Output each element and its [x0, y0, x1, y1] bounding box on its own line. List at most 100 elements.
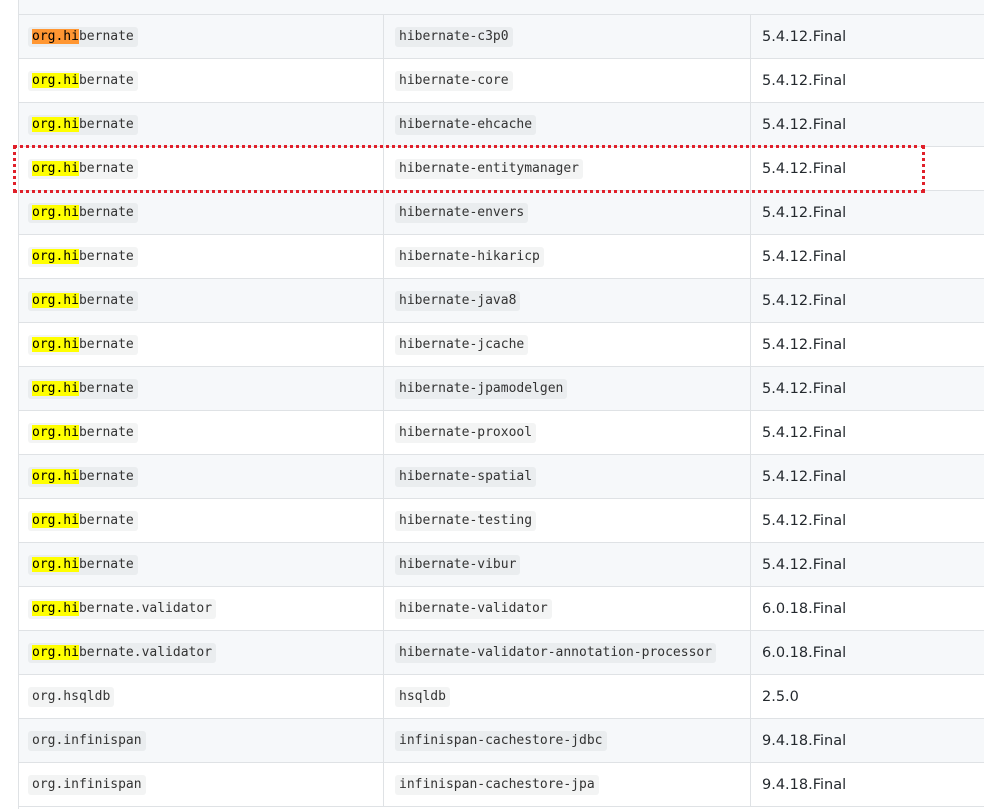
group-id-cell: org.hibernate.validator	[18, 631, 384, 674]
group-id-text: bernate	[78, 336, 134, 352]
group-id-text: bernate.validator	[78, 644, 213, 660]
group-id-text: bernate	[78, 160, 134, 176]
search-match: org.hi	[32, 160, 79, 176]
artifact-id-cell: hibernate-jcache	[384, 323, 751, 366]
search-match: org.hi	[32, 116, 79, 132]
table-row: org.hibernate hibernate-jcache 5.4.12.Fina…	[18, 323, 984, 367]
search-match: org.hi	[32, 204, 79, 220]
version-cell: 5.4.12.Final	[751, 15, 984, 58]
group-id-cell: org.hibernate.validator	[18, 587, 384, 630]
group-id-code: org.infinispan	[28, 730, 146, 751]
group-id-code: org.hsqldb	[28, 686, 115, 707]
version-cell: 5.4.12.Final	[751, 367, 984, 410]
artifact-id-cell: hibernate-vibur	[384, 543, 751, 586]
previous-row-remnant	[18, 0, 984, 14]
artifact-id-code: hsqldb	[395, 686, 450, 707]
group-id-text: bernate	[78, 468, 134, 484]
artifact-id-code: hibernate-ehcache	[395, 114, 537, 135]
search-match: org.hi	[32, 512, 79, 528]
group-id-cell: org.hibernate	[18, 235, 384, 278]
group-id-text: org.infinispan	[32, 776, 142, 792]
group-id-text: bernate.validator	[78, 600, 213, 616]
group-id-text: bernate	[78, 424, 134, 440]
artifact-id-code: hibernate-proxool	[395, 422, 537, 443]
artifact-id-code: hibernate-spatial	[395, 466, 537, 487]
artifact-id-cell: infinispan-cachestore-jpa	[384, 763, 751, 806]
version-text: 2.5.0	[762, 688, 799, 705]
group-id-text: bernate	[78, 204, 134, 220]
group-id-text: bernate	[78, 116, 134, 132]
artifact-id-cell: hibernate-jpamodelgen	[384, 367, 751, 410]
version-cell: 5.4.12.Final	[751, 279, 984, 322]
artifact-id-cell: infinispan-cachestore-jdbc	[384, 719, 751, 762]
group-id-text: org.hsqldb	[32, 688, 111, 704]
version-text: 9.4.18.Final	[762, 776, 847, 793]
artifact-id-cell: hibernate-envers	[384, 191, 751, 234]
version-text: 5.4.12.Final	[762, 204, 847, 221]
group-id-code: org.hibernate	[28, 510, 138, 531]
group-id-text: bernate	[78, 556, 134, 572]
group-id-text: bernate	[78, 72, 134, 88]
dependency-table: org.hibernate hibernate-c3p0 5.4.12.Final o…	[0, 0, 984, 809]
group-id-code: org.hibernate	[28, 70, 138, 91]
artifact-id-code: hibernate-envers	[395, 202, 529, 223]
version-cell: 9.4.18.Final	[751, 763, 984, 806]
artifact-id-code: hibernate-validator-annotation-processor	[395, 642, 717, 663]
table-row: org.hibernate hibernate-java8 5.4.12.Final	[18, 279, 984, 323]
artifact-id-code: hibernate-validator	[395, 598, 552, 619]
table-row: org.hibernate hibernate-testing 5.4.12.Fin…	[18, 499, 984, 543]
group-id-text: bernate	[78, 248, 134, 264]
version-cell: 5.4.12.Final	[751, 455, 984, 498]
group-id-cell: org.hibernate	[18, 543, 384, 586]
artifact-id-cell: hibernate-spatial	[384, 455, 751, 498]
group-id-code: org.hibernate	[28, 158, 138, 179]
version-text: 5.4.12.Final	[762, 380, 847, 397]
artifact-id-cell: hibernate-core	[384, 59, 751, 102]
search-match: org.hi	[32, 248, 79, 264]
artifact-id-code: hibernate-testing	[395, 510, 537, 531]
version-cell: 6.0.18.Final	[751, 631, 984, 674]
search-match: org.hi	[32, 468, 79, 484]
version-cell: 5.4.12.Final	[751, 103, 984, 146]
table-row: org.hibernate hibernate-entitymanager 5.4.…	[18, 147, 984, 191]
group-id-cell: org.hibernate	[18, 367, 384, 410]
table-row: org.hibernate hibernate-envers 5.4.12.Fina…	[18, 191, 984, 235]
search-match: org.hi	[32, 424, 79, 440]
table-row: org.hibernate hibernate-core 5.4.12.Final	[18, 59, 984, 103]
table-row: org.hibernate hibernate-jpamodelgen 5.4.12…	[18, 367, 984, 411]
group-id-code: org.hibernate	[28, 422, 138, 443]
version-cell: 5.4.12.Final	[751, 235, 984, 278]
artifact-id-code: hibernate-java8	[395, 290, 521, 311]
artifact-id-code: hibernate-core	[395, 70, 513, 91]
version-cell: 5.4.12.Final	[751, 411, 984, 454]
table-row: org.hibernate hibernate-hikaricp 5.4.12.Fi…	[18, 235, 984, 279]
artifact-id-cell: hibernate-ehcache	[384, 103, 751, 146]
group-id-code: org.hibernate	[28, 378, 138, 399]
search-match: org.hi	[32, 336, 79, 352]
version-cell: 5.4.12.Final	[751, 323, 984, 366]
version-text: 5.4.12.Final	[762, 160, 847, 177]
group-id-cell: org.hibernate	[18, 499, 384, 542]
artifact-id-cell: hibernate-validator	[384, 587, 751, 630]
artifact-id-code: infinispan-cachestore-jpa	[395, 774, 599, 795]
group-id-code: org.hibernate	[28, 334, 138, 355]
group-id-code: org.hibernate	[28, 114, 138, 135]
group-id-code: org.hibernate	[28, 554, 138, 575]
artifact-id-cell: hibernate-java8	[384, 279, 751, 322]
version-cell: 5.4.12.Final	[751, 191, 984, 234]
group-id-code: org.hibernate	[28, 466, 138, 487]
version-text: 6.0.18.Final	[762, 644, 847, 661]
version-cell: 9.4.18.Final	[751, 719, 984, 762]
table-left-border	[18, 0, 19, 809]
table-row: org.hsqldb hsqldb 2.5.0	[18, 675, 984, 719]
version-text: 5.4.12.Final	[762, 556, 847, 573]
group-id-text: bernate	[78, 512, 134, 528]
search-match: org.hi	[32, 292, 79, 308]
table-row: org.hibernate hibernate-vibur 5.4.12.Final	[18, 543, 984, 587]
artifact-id-code: hibernate-entitymanager	[395, 158, 584, 179]
group-id-cell: org.hsqldb	[18, 675, 384, 718]
artifact-id-cell: hibernate-hikaricp	[384, 235, 751, 278]
artifact-id-code: hibernate-jpamodelgen	[395, 378, 568, 399]
group-id-cell: org.infinispan	[18, 719, 384, 762]
table-row: org.hibernate hibernate-spatial 5.4.12.Fin…	[18, 455, 984, 499]
